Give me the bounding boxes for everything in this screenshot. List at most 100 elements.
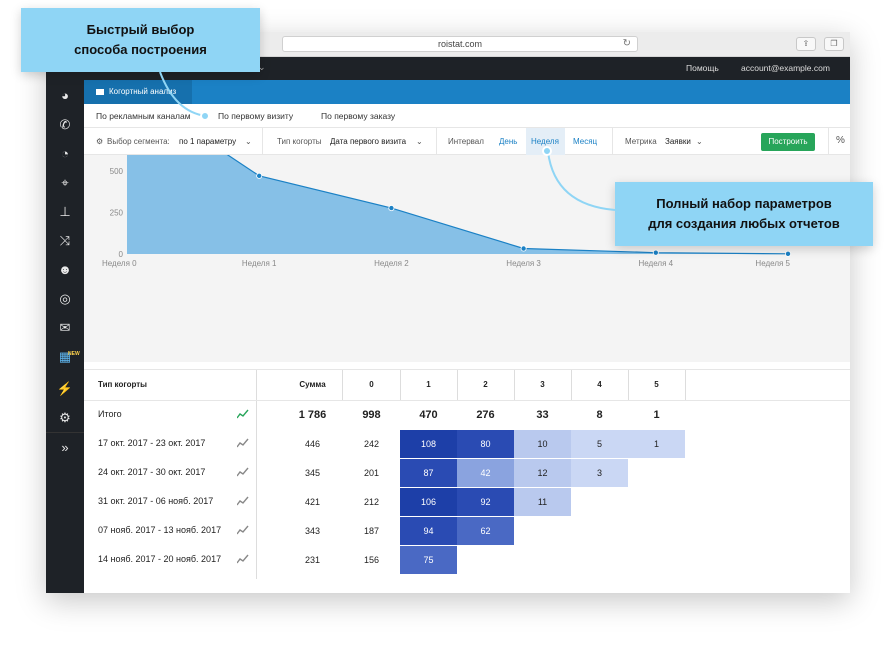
sidebar: ◕ ✆ ◔ ⌖ ⊥ ⤨ ☻ ◎ ✉ ▦ NEW ⚡ ⚙ » xyxy=(46,80,84,593)
cohort-cell: 42 xyxy=(457,459,514,487)
tab-strip: Когортный анализ xyxy=(84,80,850,104)
cohort-cell: 5 xyxy=(571,430,628,458)
envelope-icon xyxy=(96,88,104,95)
interval-week[interactable]: Неделя xyxy=(531,137,559,146)
chevron-down-icon[interactable]: ⌄ xyxy=(416,137,423,146)
gear-icon: ⚙ xyxy=(96,137,104,146)
chevron-down-icon[interactable]: ⌄ xyxy=(245,137,252,146)
segment-select[interactable]: по 1 параметру xyxy=(179,137,236,146)
gear-icon[interactable]: ⚙ xyxy=(46,408,84,428)
y-tick-label: 0 xyxy=(119,250,124,259)
cohort-cell: 80 xyxy=(457,430,514,458)
chart-point[interactable] xyxy=(785,250,792,257)
subnav: По рекламным каналам По первому визиту П… xyxy=(84,104,850,128)
cohort-row-label: 14 нояб. 2017 - 20 нояб. 2017 xyxy=(98,554,222,564)
users-icon[interactable]: ☻ xyxy=(46,260,84,280)
account-menu[interactable]: account@example.com xyxy=(741,63,830,73)
row-sum: 345 xyxy=(304,468,321,478)
cohort-cell: 108 xyxy=(400,430,457,458)
phone-icon[interactable]: ✆ xyxy=(46,115,84,135)
interval-day[interactable]: День xyxy=(499,137,517,146)
total-cell: 1 xyxy=(653,409,660,421)
callout-line: Быстрый выбор xyxy=(86,22,195,37)
sidebar-divider xyxy=(46,432,84,433)
x-tick-label: Неделя 0 xyxy=(102,259,137,268)
url-bar[interactable]: roistat.com ↻ xyxy=(282,36,638,52)
cohort-cell: 1 xyxy=(628,430,685,458)
subnav-ad-channels[interactable]: По рекламным каналам xyxy=(96,111,191,121)
mail-icon[interactable]: ✉ xyxy=(46,318,84,338)
dashboard-icon[interactable]: ◔ xyxy=(46,144,84,164)
callout-quick-select: Быстрый выбор способа построения xyxy=(21,8,260,72)
interval-month[interactable]: Месяц xyxy=(573,137,597,146)
cohort-cell: 87 xyxy=(400,459,457,487)
shuffle-icon[interactable]: ⤨ xyxy=(46,231,84,251)
browser-window: roistat.com ↻ ⇪ ❐ ⌄ Помощь account@examp… xyxy=(46,32,850,593)
trend-chart-icon[interactable] xyxy=(236,438,249,448)
bullseye-icon[interactable]: ◎ xyxy=(46,289,84,309)
url-text: roistat.com xyxy=(437,39,482,49)
trend-chart-icon[interactable] xyxy=(236,467,249,477)
build-button[interactable]: Построить xyxy=(761,133,815,151)
sitemap-icon[interactable]: ⊥ xyxy=(46,202,84,222)
cohort-cell: 201 xyxy=(363,468,380,478)
callout-line: способа построения xyxy=(74,42,207,57)
row-sum: 446 xyxy=(304,439,321,449)
divider xyxy=(262,128,263,155)
chart-point[interactable] xyxy=(256,172,263,179)
divider xyxy=(828,128,829,155)
cohort-cell: 242 xyxy=(363,439,380,449)
x-tick-label: Неделя 4 xyxy=(639,259,674,268)
cohort-cell: 75 xyxy=(400,546,457,574)
divider xyxy=(436,128,437,155)
chart-point[interactable] xyxy=(520,245,527,252)
chart-point[interactable] xyxy=(652,249,659,256)
callout-full-params: Полный набор параметров для создания люб… xyxy=(615,182,873,246)
x-tick-label: Неделя 1 xyxy=(242,259,277,268)
help-menu[interactable]: Помощь xyxy=(686,63,719,73)
cohort-cell: 106 xyxy=(400,488,457,516)
trend-chart-icon[interactable] xyxy=(236,409,249,419)
pie-chart-icon[interactable]: ◕ xyxy=(46,86,84,106)
percent-button[interactable]: % xyxy=(836,135,845,146)
metric-label: Метрика xyxy=(625,137,657,146)
row-sum: 231 xyxy=(304,555,321,565)
cohort-cell: 212 xyxy=(363,497,380,507)
reload-icon[interactable]: ↻ xyxy=(623,37,631,51)
chevron-down-icon[interactable]: ⌄ xyxy=(696,137,703,146)
cohort-cell: 11 xyxy=(514,488,571,516)
tab-label: Когортный анализ xyxy=(109,87,177,96)
cohort-grid-icon[interactable]: ▦ NEW xyxy=(46,347,84,367)
cohort-type-header: Тип когорты xyxy=(98,380,147,389)
connector-dot-icon xyxy=(200,111,210,121)
trend-chart-icon[interactable] xyxy=(236,554,249,564)
share-icon[interactable]: ⇪ xyxy=(796,37,816,51)
trend-chart-icon[interactable] xyxy=(236,525,249,535)
cohort-cell: 62 xyxy=(457,517,514,545)
metric-select[interactable]: Заявки xyxy=(665,137,691,146)
cohort-type-select[interactable]: Дата первого визита xyxy=(330,137,406,146)
period-header: 2 xyxy=(483,380,488,389)
cohort-cell: 92 xyxy=(457,488,514,516)
cohort-cell: 187 xyxy=(363,526,380,536)
subnav-first-visit[interactable]: По первому визиту xyxy=(218,111,293,121)
trend-chart-icon[interactable] xyxy=(236,496,249,506)
cohort-table: Тип когорты Сумма 0 1 2 3 4 5 Итого 1 786 998 470… xyxy=(84,369,850,589)
cohort-row-label: 24 окт. 2017 - 30 окт. 2017 xyxy=(98,467,206,477)
period-header: 1 xyxy=(426,380,431,389)
cohort-row-label: 17 окт. 2017 - 23 окт. 2017 xyxy=(98,438,206,448)
tabs-icon[interactable]: ❐ xyxy=(824,37,844,51)
total-cell: 33 xyxy=(536,409,549,421)
segment-label: Выбор сегмента: xyxy=(107,137,170,146)
y-tick-label: 500 xyxy=(110,167,124,176)
tab-cohort-analysis[interactable]: Когортный анализ xyxy=(84,80,192,104)
period-header: 0 xyxy=(369,380,374,389)
table-divider xyxy=(84,369,850,370)
chart-point[interactable] xyxy=(388,205,395,212)
expand-icon[interactable]: » xyxy=(46,438,84,458)
cohort-cell: 94 xyxy=(400,517,457,545)
y-tick-label: 250 xyxy=(110,208,124,217)
subnav-first-order[interactable]: По первому заказу xyxy=(321,111,395,121)
plug-icon[interactable]: ⚡ xyxy=(46,379,84,399)
target-icon[interactable]: ⌖ xyxy=(46,173,84,193)
